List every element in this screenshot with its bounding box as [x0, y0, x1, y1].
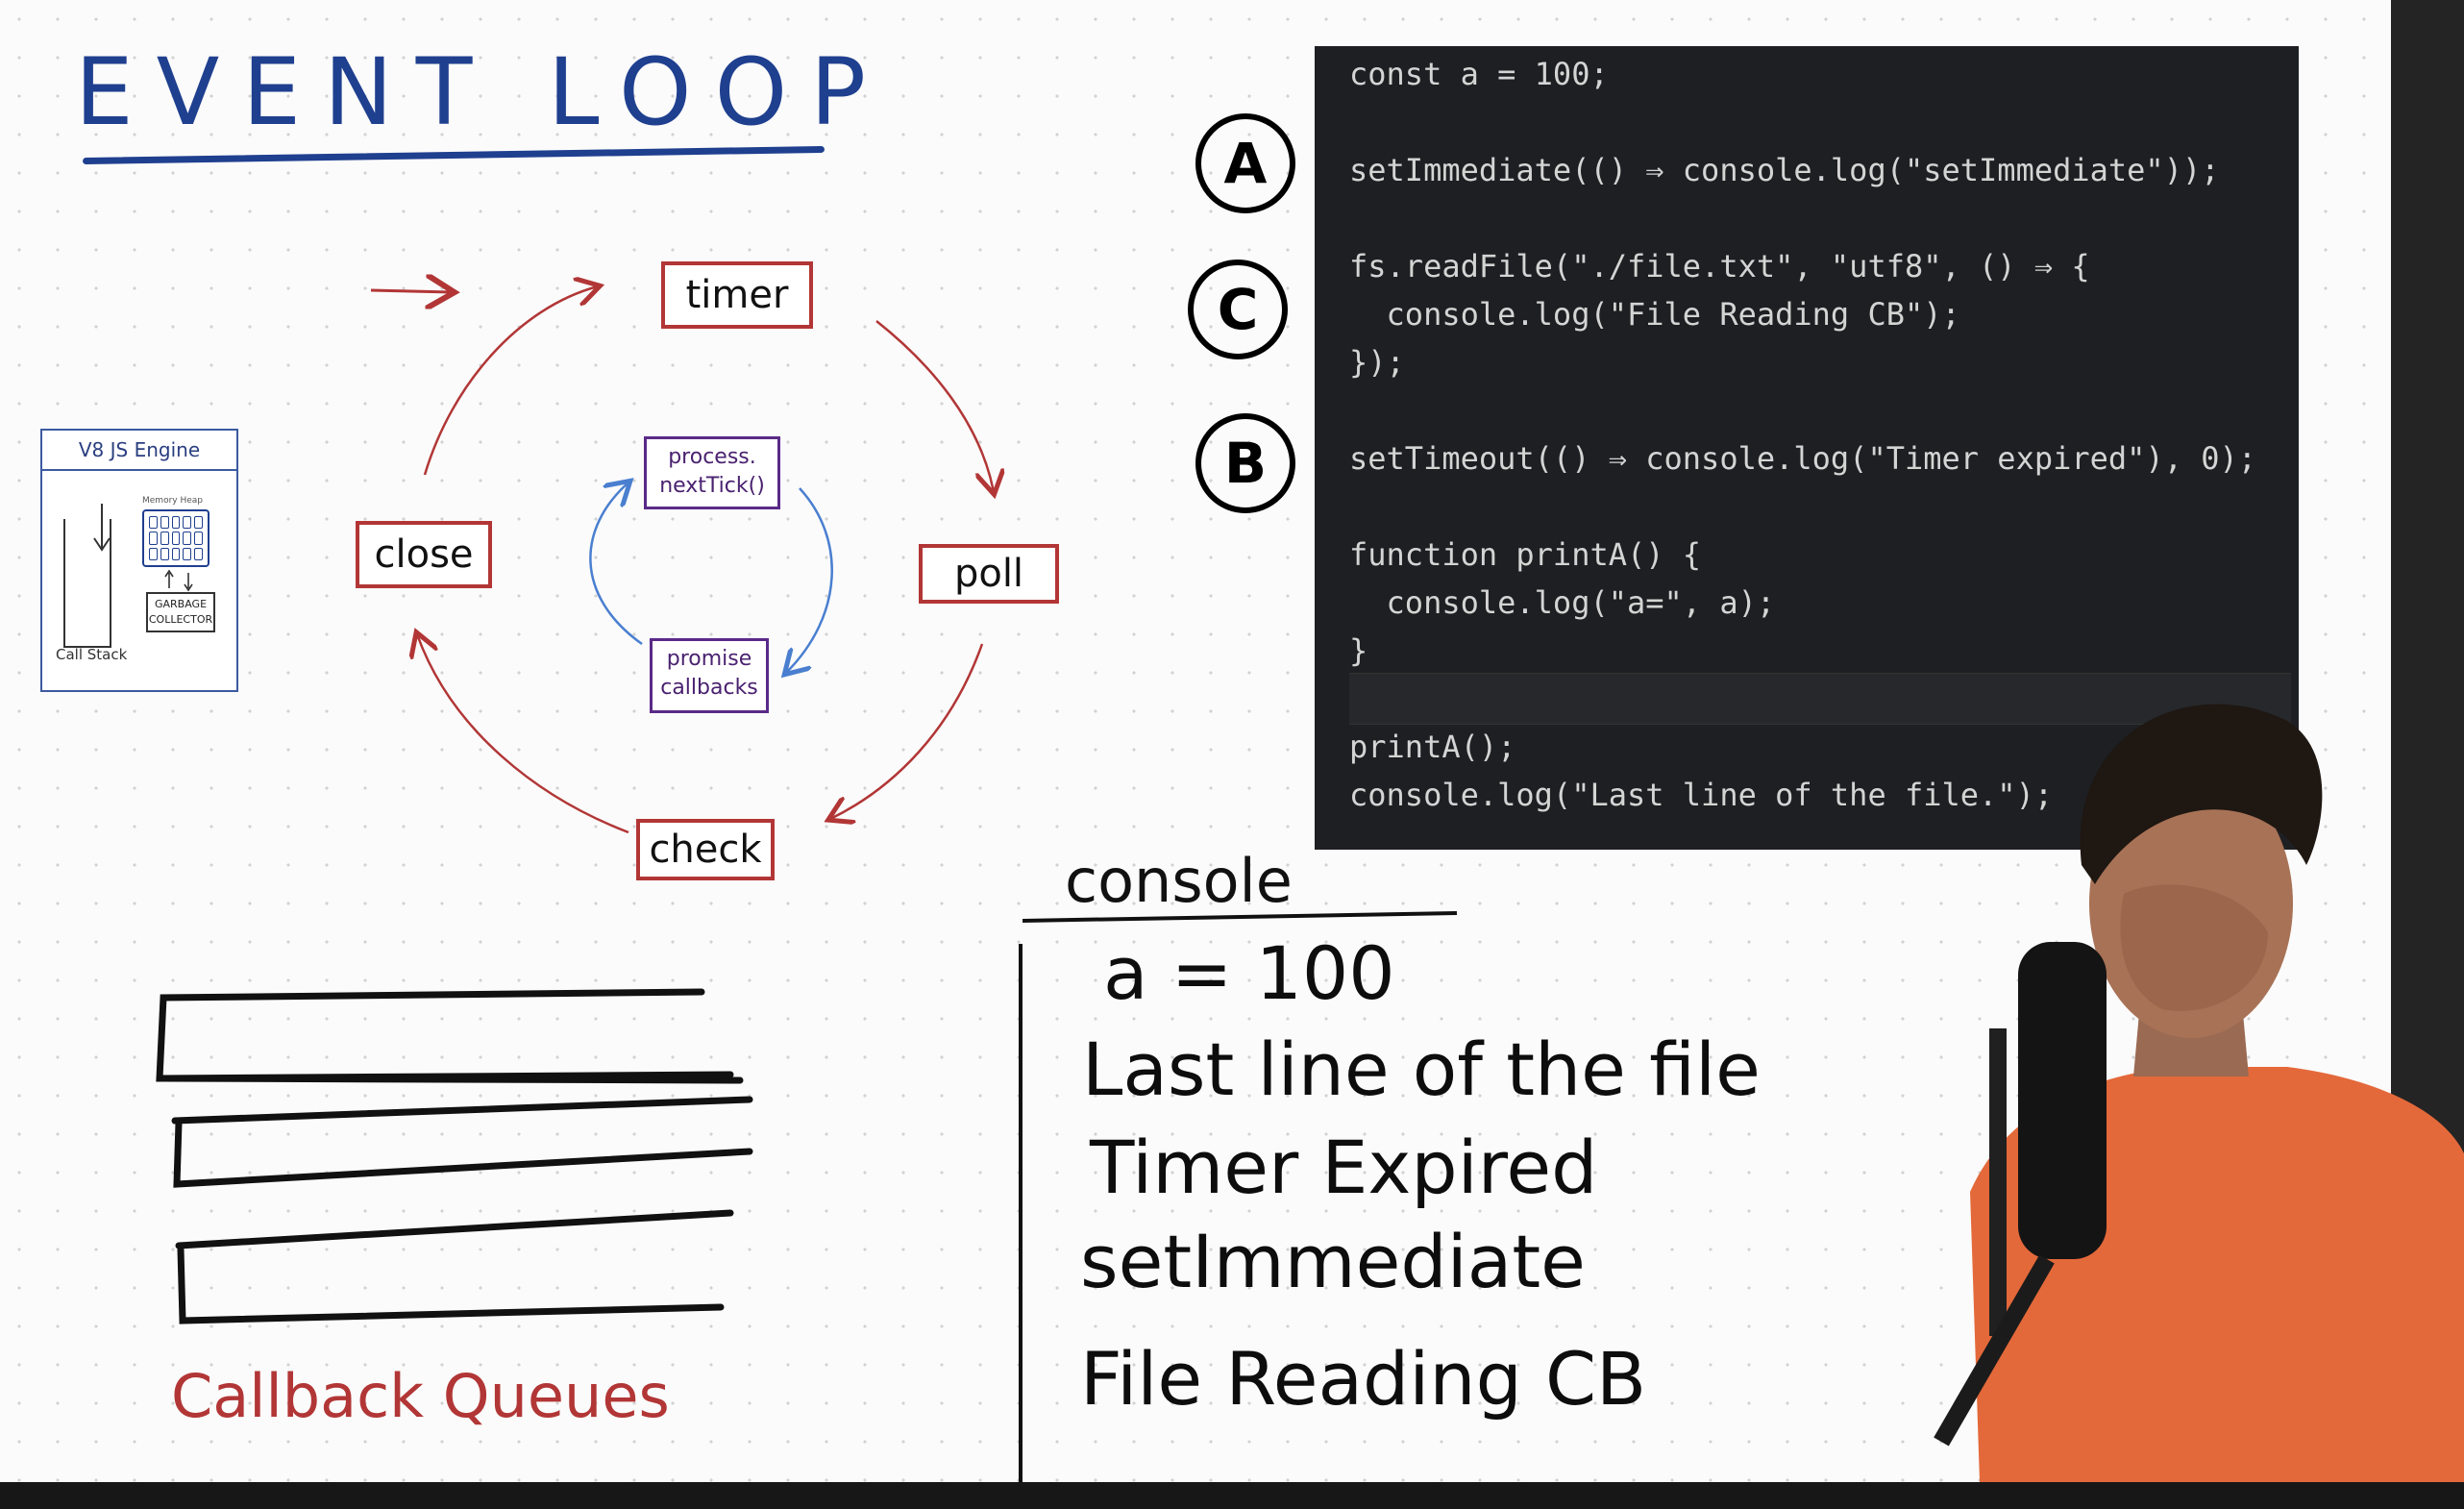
arrow-micro-right: [786, 487, 833, 673]
gc-line1: GARBAGE: [154, 598, 208, 610]
label-a: A: [1195, 113, 1295, 213]
promise-callbacks-box: promise callbacks: [650, 638, 769, 713]
code-line: console.log("a=", a);: [1349, 584, 1776, 621]
presenter-webcam: [1934, 704, 2464, 1482]
arrow-check-to-close: [417, 634, 629, 834]
microphone-mount: [1989, 1028, 2007, 1336]
label-b: B: [1195, 413, 1295, 513]
arrow-timer-to-poll: [875, 320, 994, 492]
console-output-3: Timer Expired: [1090, 1125, 1598, 1210]
garbage-collector-box: GARBAGE COLLECTOR: [146, 592, 215, 632]
code-line: setImmediate(() ⇒ console.log("setImmedi…: [1349, 152, 2220, 188]
v8-engine-sketch: V8 JS Engine Call Stack Memory Heap GARB…: [40, 429, 238, 692]
code-line: }: [1349, 632, 1368, 669]
arrow-micro-left: [589, 482, 643, 646]
phase-check: check: [636, 819, 775, 880]
next-tick-line1: process.: [668, 445, 756, 469]
phase-poll: poll: [919, 544, 1059, 604]
code-line: fs.readFile("./file.txt", "utf8", () ⇒ {: [1349, 248, 2090, 284]
console-title: console: [1065, 846, 1293, 916]
process-next-tick-box: process. nextTick(): [644, 436, 780, 509]
bottom-bar: [0, 1482, 2464, 1509]
call-stack-box: [63, 519, 111, 648]
console-output-2: Last line of the file: [1082, 1027, 1761, 1112]
promise-line2: callbacks: [660, 676, 758, 700]
memory-heap-box: [142, 509, 209, 567]
queue-2: [171, 1096, 753, 1188]
promise-line1: promise: [666, 647, 752, 671]
code-line: setTimeout(() ⇒ console.log("Timer expir…: [1349, 440, 2257, 477]
code-line: function printA() {: [1349, 536, 1702, 573]
callback-queues-sketch: [156, 988, 753, 1324]
arrow-poll-to-check: [830, 643, 984, 819]
gc-line2: COLLECTOR: [148, 613, 213, 626]
console-output-1: a = 100: [1103, 930, 1395, 1016]
console-rule-left: [1019, 944, 1023, 1482]
gc-cycle-icon: [164, 569, 193, 592]
phase-close: close: [356, 521, 492, 588]
phase-timer: timer: [661, 261, 813, 329]
v8-title: V8 JS Engine: [42, 431, 236, 471]
callback-queues-label: Callback Queues: [171, 1361, 670, 1431]
call-stack-label: Call Stack: [56, 646, 128, 663]
arrow-close-to-timer: [423, 286, 598, 476]
queue-3: [175, 1209, 734, 1324]
code-line: const a = 100;: [1349, 56, 1609, 92]
arrow-entry: [370, 290, 452, 292]
memory-heap-label: Memory Heap: [142, 496, 203, 506]
console-output-4: setImmediate: [1080, 1219, 1586, 1304]
console-output-5: File Reading CB: [1080, 1336, 1647, 1422]
next-tick-line2: nextTick(): [659, 474, 765, 498]
code-line: console.log("File Reading CB");: [1349, 296, 1960, 333]
code-line: });: [1349, 344, 1405, 381]
label-c: C: [1188, 260, 1288, 359]
queue-1: [156, 988, 744, 1084]
microphone-icon: [2018, 942, 2107, 1259]
code-line: printA();: [1349, 729, 1516, 765]
